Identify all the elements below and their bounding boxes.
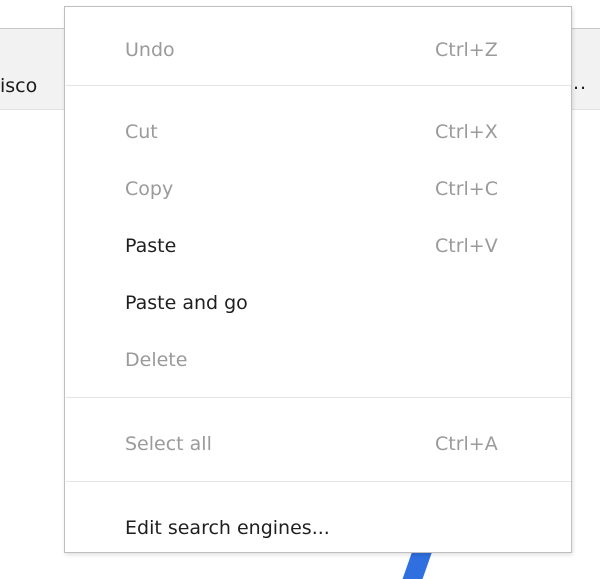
menu-item-delete[interactable]: Delete — [65, 339, 571, 379]
bookmark-item[interactable]: isco — [0, 75, 37, 97]
menu-item-shortcut: Ctrl+C — [435, 178, 498, 200]
menu-item-cut[interactable]: Cut Ctrl+X — [65, 111, 571, 151]
menu-item-label: Edit search engines... — [125, 517, 330, 539]
menu-item-label: Copy — [125, 178, 174, 200]
menu-item-paste-and-go[interactable]: Paste and go — [65, 282, 571, 322]
menu-separator — [66, 397, 571, 398]
menu-item-label: Paste — [125, 235, 177, 257]
menu-item-undo[interactable]: Undo Ctrl+Z — [65, 29, 571, 69]
background-graphic — [402, 552, 432, 579]
context-menu: Undo Ctrl+Z Cut Ctrl+X Copy Ctrl+C Paste… — [64, 6, 572, 553]
menu-separator — [66, 481, 571, 482]
menu-item-label: Select all — [125, 433, 212, 455]
menu-item-edit-search-engines[interactable]: Edit search engines... — [65, 507, 571, 547]
menu-item-label: Paste and go — [125, 292, 248, 314]
bookmark-overflow-indicator[interactable]: .. — [573, 72, 587, 94]
menu-item-label: Undo — [125, 39, 175, 61]
menu-item-copy[interactable]: Copy Ctrl+C — [65, 168, 571, 208]
menu-item-paste[interactable]: Paste Ctrl+V — [65, 225, 571, 265]
menu-item-label: Cut — [125, 121, 158, 143]
menu-item-select-all[interactable]: Select all Ctrl+A — [65, 423, 571, 463]
screen: isco .. Undo Ctrl+Z Cut Ctrl+X Copy Ctrl… — [0, 0, 600, 579]
menu-item-label: Delete — [125, 349, 188, 371]
menu-item-shortcut: Ctrl+V — [435, 235, 498, 257]
menu-separator — [66, 85, 571, 86]
menu-item-shortcut: Ctrl+Z — [435, 39, 498, 61]
menu-item-shortcut: Ctrl+X — [435, 121, 498, 143]
menu-item-shortcut: Ctrl+A — [435, 433, 498, 455]
